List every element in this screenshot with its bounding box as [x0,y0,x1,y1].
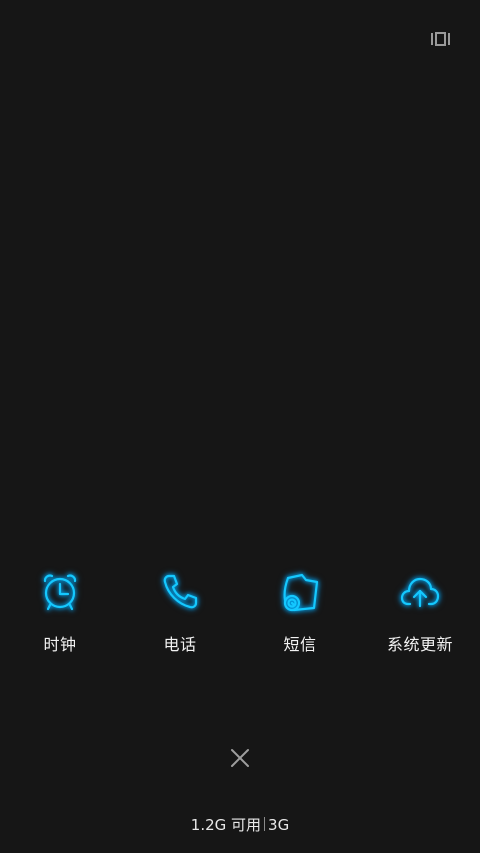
app-label: 短信 [283,635,317,654]
app-messages[interactable]: 短信 [240,566,360,666]
app-system-update[interactable]: 系统更新 [360,566,480,666]
app-label: 电话 [163,635,197,654]
app-clock[interactable]: 时钟 [0,566,120,666]
memory-divider [264,817,266,831]
app-phone[interactable]: 电话 [120,566,240,666]
message-icon [280,572,320,612]
cloud-upload-icon [400,572,440,612]
multiwindow-icon [431,32,450,46]
phone-icon [160,572,200,612]
memory-total: 3G [268,816,290,834]
memory-available: 1.2G 可用 [190,816,262,834]
multiwindow-button[interactable] [431,31,450,46]
app-label: 时钟 [43,635,77,654]
recent-apps-row: 时钟 电话 短信 系统更新 [0,566,480,666]
close-button[interactable] [229,747,251,769]
memory-info: 1.2G 可用 3G [0,815,480,835]
app-label: 系统更新 [386,635,453,654]
close-icon [231,749,249,767]
alarm-clock-icon [40,572,80,612]
